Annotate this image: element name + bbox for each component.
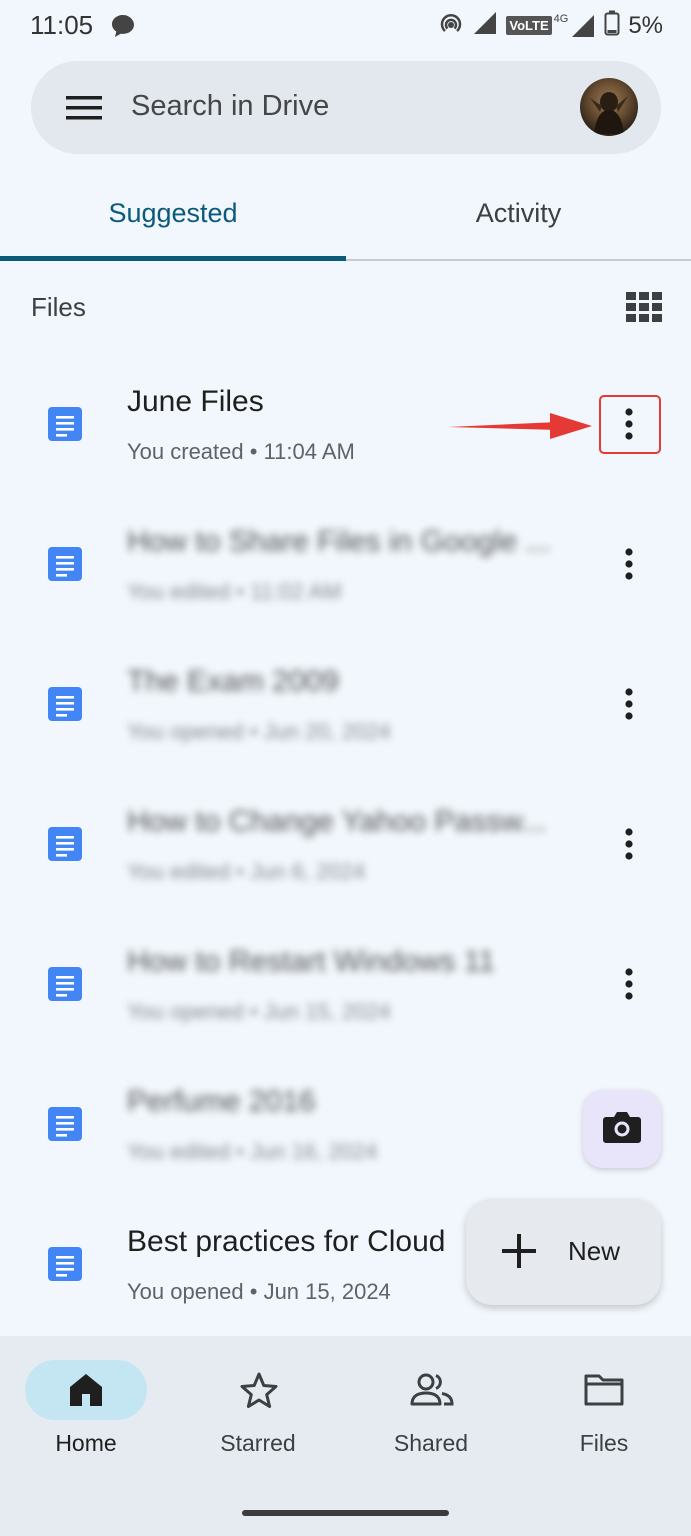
file-name: How to Change Yahoo Passw... xyxy=(127,805,547,838)
nav-files[interactable]: Files xyxy=(518,1336,690,1466)
shared-icon xyxy=(410,1372,454,1413)
nav-shared-label: Shared xyxy=(393,1430,469,1456)
search-input[interactable]: Search in Drive xyxy=(131,90,329,123)
status-bar: 11:05 VoLTE 4G 5% xyxy=(0,0,691,54)
star-icon xyxy=(240,1372,278,1413)
nav-home[interactable]: Home xyxy=(0,1336,172,1466)
nav-files-label: Files xyxy=(579,1430,629,1456)
menu-icon[interactable] xyxy=(66,95,102,126)
red-arrow-annotation xyxy=(446,410,594,447)
battery-icon xyxy=(604,10,620,41)
file-name: June Files xyxy=(127,385,264,418)
file-meta: You edited • 11:02 AM xyxy=(127,579,342,604)
camera-icon xyxy=(602,1110,642,1149)
nav-home-label: Home xyxy=(55,1430,117,1456)
tab-selected-indicator xyxy=(0,256,346,261)
signal-icon-2 xyxy=(572,14,595,37)
bottom-navigation: Home Starred Shared Files xyxy=(0,1336,691,1536)
list-item[interactable]: How to Restart Windows 11 You opened • J… xyxy=(0,914,691,1054)
google-doc-icon xyxy=(48,547,82,581)
file-name: How to Restart Windows 11 xyxy=(127,945,495,978)
tab-suggested[interactable]: Suggested xyxy=(0,198,346,229)
list-item[interactable]: The Exam 2009 You opened • Jun 20, 2024 xyxy=(0,634,691,774)
section-title: Files xyxy=(31,292,86,322)
volte-badge: VoLTE 4G xyxy=(506,13,596,39)
volte-label: VoLTE xyxy=(506,16,552,35)
google-doc-icon xyxy=(48,407,82,441)
file-name: How to Share Files in Google ... xyxy=(127,525,551,558)
google-doc-icon xyxy=(48,967,82,1001)
google-doc-icon xyxy=(48,1107,82,1141)
network-type-label: 4G xyxy=(553,12,569,25)
file-meta: You opened • Jun 15, 2024 xyxy=(127,1279,391,1304)
gesture-home-indicator[interactable] xyxy=(242,1510,449,1516)
status-time: 11:05 xyxy=(30,10,94,40)
plus-icon xyxy=(502,1234,536,1273)
file-meta: You created • 11:04 AM xyxy=(127,439,355,464)
tab-activity[interactable]: Activity xyxy=(346,198,691,229)
list-item[interactable]: How to Change Yahoo Passw... You edited … xyxy=(0,774,691,914)
file-meta: You edited • Jun 16, 2024 xyxy=(127,1139,378,1164)
grid-view-icon[interactable] xyxy=(626,292,662,327)
folder-icon xyxy=(584,1372,624,1411)
highlight-box xyxy=(599,395,661,454)
google-doc-icon xyxy=(48,1247,82,1281)
file-name: Best practices for Cloud xyxy=(127,1225,446,1258)
more-options-button[interactable] xyxy=(612,674,646,734)
signal-icon xyxy=(472,10,498,41)
scan-camera-button[interactable] xyxy=(583,1090,661,1168)
file-meta: You edited • Jun 6, 2024 xyxy=(127,859,366,884)
new-button-label: New xyxy=(568,1236,621,1266)
hotspot-icon xyxy=(438,10,464,41)
chat-bubble-icon xyxy=(110,13,136,44)
new-button[interactable]: New xyxy=(466,1199,661,1305)
file-name: The Exam 2009 xyxy=(127,665,339,698)
nav-starred-label: Starred xyxy=(220,1430,296,1456)
google-doc-icon xyxy=(48,827,82,861)
home-icon xyxy=(68,1372,104,1413)
file-meta: You opened • Jun 15, 2024 xyxy=(127,999,391,1024)
more-options-button[interactable] xyxy=(612,814,646,874)
file-meta: You opened • Jun 20, 2024 xyxy=(127,719,391,744)
status-icons: VoLTE 4G 5% xyxy=(438,10,663,41)
nav-starred[interactable]: Starred xyxy=(172,1336,344,1466)
nav-shared[interactable]: Shared xyxy=(345,1336,517,1466)
list-item[interactable]: How to Share Files in Google ... You edi… xyxy=(0,494,691,634)
more-options-button[interactable] xyxy=(612,534,646,594)
avatar[interactable] xyxy=(580,78,638,136)
search-bar[interactable]: Search in Drive xyxy=(31,61,661,154)
file-name: Perfume 2016 xyxy=(127,1085,316,1118)
more-options-button[interactable] xyxy=(612,954,646,1014)
google-doc-icon xyxy=(48,687,82,721)
battery-percent: 5% xyxy=(628,11,663,39)
